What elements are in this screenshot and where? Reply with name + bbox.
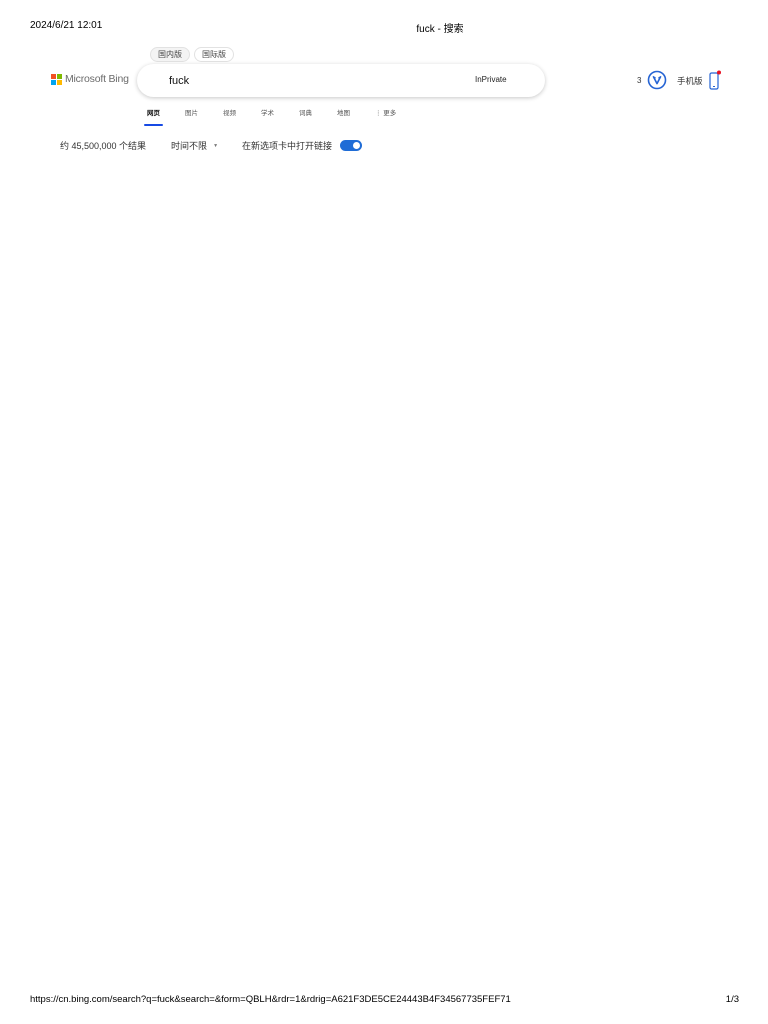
region-domestic-tab[interactable]: 国内版 (150, 47, 190, 62)
caret-down-icon: ▼ (213, 142, 219, 149)
results-bar: 约 45,500,000 个结果 时间不限 ▼ 在新选项卡中打开链接 (60, 139, 363, 152)
region-international-tab[interactable]: 国际版 (194, 47, 234, 62)
brand-name: Microsoft Bing (65, 73, 129, 85)
notification-dot-icon (717, 70, 721, 75)
open-new-tab-toggle[interactable] (340, 140, 363, 151)
search-tabs: 网页 图片 视频 学术 词典 地图 ⋮ 更多 (144, 107, 396, 126)
tab-videos[interactable]: 视频 (223, 107, 236, 126)
toggle-knob (353, 142, 361, 149)
search-box: InPrivate (137, 64, 545, 97)
time-filter-dropdown[interactable]: 时间不限 ▼ (171, 139, 218, 152)
microsoft-logo-icon (51, 73, 62, 85)
print-title: fuck - 搜索 (416, 24, 464, 35)
print-url: https://cn.bing.com/search?q=fuck&search… (30, 994, 511, 1005)
mobile-version-link[interactable]: 手机版 (677, 75, 703, 87)
tab-academic[interactable]: 学术 (261, 107, 274, 126)
print-page-number: 1/3 (725, 994, 739, 1005)
time-filter-label: 时间不限 (171, 141, 208, 151)
tab-more[interactable]: ⋮ 更多 (375, 107, 396, 126)
region-switcher: 国内版 国际版 (150, 47, 234, 62)
tab-images[interactable]: 图片 (185, 107, 198, 126)
mobile-phone-icon[interactable] (709, 70, 721, 90)
open-new-tab-label: 在新选项卡中打开链接 (242, 141, 333, 151)
rewards-icon[interactable] (647, 70, 667, 90)
tab-web[interactable]: 网页 (144, 107, 163, 126)
search-input[interactable] (169, 64, 469, 97)
rewards-count: 3 (637, 76, 642, 85)
results-count: 约 45,500,000 个结果 (60, 141, 147, 151)
tab-dictionary[interactable]: 词典 (299, 107, 312, 126)
tab-maps[interactable]: 地图 (337, 107, 350, 126)
bing-logo[interactable]: Microsoft Bing (51, 73, 129, 85)
inprivate-label: InPrivate (475, 75, 507, 84)
